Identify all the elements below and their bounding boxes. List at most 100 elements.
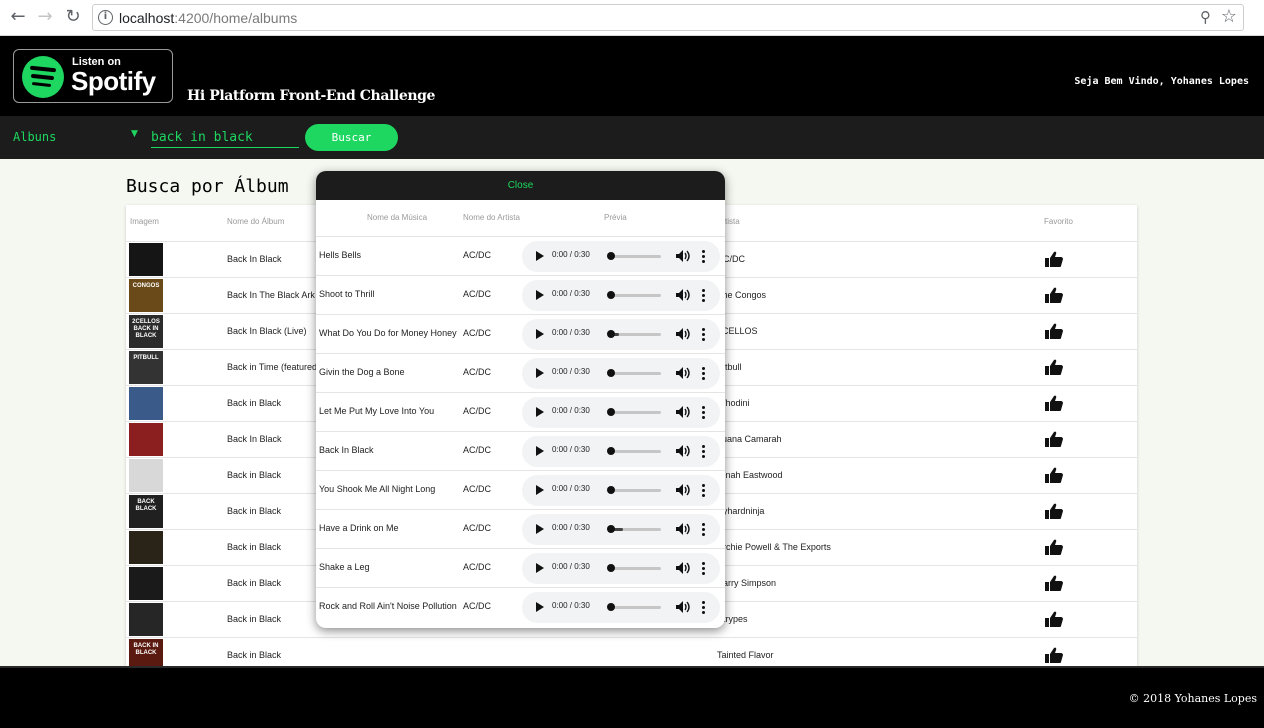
progress-bar[interactable] — [609, 567, 661, 570]
progress-bar[interactable] — [609, 372, 661, 375]
thumbs-up-icon[interactable] — [1044, 430, 1064, 448]
dropdown-arrow-icon[interactable]: ▼ — [131, 129, 138, 139]
volume-icon[interactable] — [675, 522, 691, 536]
audio-player[interactable]: 0:00 / 0:30 — [522, 553, 720, 584]
bookmark-star-icon[interactable]: ☆ — [1221, 6, 1237, 27]
progress-knob[interactable] — [607, 369, 615, 377]
volume-icon[interactable] — [675, 561, 691, 575]
album-cover-text: BACK BLACK — [135, 499, 157, 512]
modal-header: Close — [316, 171, 725, 200]
more-options-icon[interactable] — [702, 367, 706, 381]
progress-bar[interactable] — [609, 606, 661, 609]
more-options-icon[interactable] — [702, 601, 706, 615]
play-icon[interactable] — [536, 485, 544, 495]
progress-knob[interactable] — [607, 291, 615, 299]
progress-bar[interactable] — [609, 294, 661, 297]
volume-icon[interactable] — [675, 366, 691, 380]
reload-icon[interactable]: ↻ — [61, 6, 85, 30]
more-options-icon[interactable] — [702, 328, 706, 342]
audio-player[interactable]: 0:00 / 0:30 — [522, 475, 720, 506]
progress-bar[interactable] — [609, 528, 661, 531]
progress-knob[interactable] — [607, 330, 615, 338]
info-icon[interactable]: i — [98, 10, 113, 25]
volume-icon[interactable] — [675, 327, 691, 341]
progress-bar[interactable] — [609, 333, 661, 336]
forward-arrow-icon[interactable]: → — [33, 6, 57, 30]
url-text[interactable]: localhost:4200/home/albums — [119, 10, 297, 26]
thumbs-up-icon[interactable] — [1044, 286, 1064, 304]
album-artist: Tainted Flavor — [717, 650, 774, 660]
player-time: 0:00 / 0:30 — [552, 445, 590, 454]
play-icon[interactable] — [536, 446, 544, 456]
album-cover — [129, 387, 163, 420]
track-name: Rock and Roll Ain't Noise Pollution — [319, 601, 457, 611]
volume-icon[interactable] — [675, 600, 691, 614]
thumbs-up-icon[interactable] — [1044, 250, 1064, 268]
album-cover — [129, 603, 163, 636]
search-button[interactable]: Buscar — [305, 124, 398, 151]
search-input[interactable] — [151, 128, 299, 148]
spotify-logo[interactable]: Listen on Spotify — [13, 49, 173, 103]
play-icon[interactable] — [536, 602, 544, 612]
more-options-icon[interactable] — [702, 562, 706, 576]
thumbs-up-icon[interactable] — [1044, 574, 1064, 592]
thumbs-up-icon[interactable] — [1044, 466, 1064, 484]
play-icon[interactable] — [536, 251, 544, 261]
album-name: Back in Black — [227, 614, 282, 624]
progress-knob[interactable] — [607, 525, 615, 533]
play-icon[interactable] — [536, 563, 544, 573]
audio-player[interactable]: 0:00 / 0:30 — [522, 592, 720, 623]
volume-icon[interactable] — [675, 444, 691, 458]
thumbs-up-icon[interactable] — [1044, 502, 1064, 520]
progress-knob[interactable] — [607, 486, 615, 494]
zoom-icon[interactable]: ⚲ — [1200, 8, 1211, 26]
progress-bar[interactable] — [609, 255, 661, 258]
more-options-icon[interactable] — [702, 250, 706, 264]
spotify-icon — [22, 56, 64, 98]
play-icon[interactable] — [536, 407, 544, 417]
audio-player[interactable]: 0:00 / 0:30 — [522, 358, 720, 389]
track-name: Hells Bells — [319, 250, 362, 260]
audio-player[interactable]: 0:00 / 0:30 — [522, 397, 720, 428]
audio-player[interactable]: 0:00 / 0:30 — [522, 436, 720, 467]
address-bar[interactable]: i localhost:4200/home/albums ⚲ ☆ — [92, 4, 1244, 31]
thumbs-up-icon[interactable] — [1044, 610, 1064, 628]
thumbs-up-icon[interactable] — [1044, 538, 1064, 556]
more-options-icon[interactable] — [702, 523, 706, 537]
more-options-icon[interactable] — [702, 406, 706, 420]
progress-knob[interactable] — [607, 447, 615, 455]
progress-bar[interactable] — [609, 411, 661, 414]
volume-icon[interactable] — [675, 249, 691, 263]
volume-icon[interactable] — [675, 288, 691, 302]
audio-player[interactable]: 0:00 / 0:30 — [522, 241, 720, 272]
thumbs-up-icon[interactable] — [1044, 394, 1064, 412]
more-options-icon[interactable] — [702, 289, 706, 303]
progress-bar[interactable] — [609, 489, 661, 492]
play-icon[interactable] — [536, 329, 544, 339]
progress-bar[interactable] — [609, 450, 661, 453]
play-icon[interactable] — [536, 524, 544, 534]
track-row: What Do You Do for Money Honey AC/DC 0:00 … — [316, 314, 725, 353]
play-icon[interactable] — [536, 290, 544, 300]
thumbs-up-icon[interactable] — [1044, 358, 1064, 376]
thumbs-up-icon[interactable] — [1044, 322, 1064, 340]
audio-player[interactable]: 0:00 / 0:30 — [522, 319, 720, 350]
audio-player[interactable]: 0:00 / 0:30 — [522, 514, 720, 545]
play-icon[interactable] — [536, 368, 544, 378]
more-options-icon[interactable] — [702, 484, 706, 498]
close-button[interactable]: Close — [316, 180, 725, 191]
browser-toolbar: ← → ↻ i localhost:4200/home/albums ⚲ ☆ — [0, 0, 1264, 36]
progress-knob[interactable] — [607, 408, 615, 416]
volume-icon[interactable] — [675, 483, 691, 497]
progress-knob[interactable] — [607, 564, 615, 572]
more-options-icon[interactable] — [702, 445, 706, 459]
search-type-dropdown[interactable]: Albuns — [13, 130, 56, 144]
thumbs-up-icon[interactable] — [1044, 646, 1064, 664]
album-name: Back In Black — [227, 254, 282, 264]
audio-player[interactable]: 0:00 / 0:30 — [522, 280, 720, 311]
album-name: Back in Black — [227, 398, 282, 408]
progress-knob[interactable] — [607, 603, 615, 611]
back-arrow-icon[interactable]: ← — [6, 6, 30, 30]
volume-icon[interactable] — [675, 405, 691, 419]
progress-knob[interactable] — [607, 252, 615, 260]
